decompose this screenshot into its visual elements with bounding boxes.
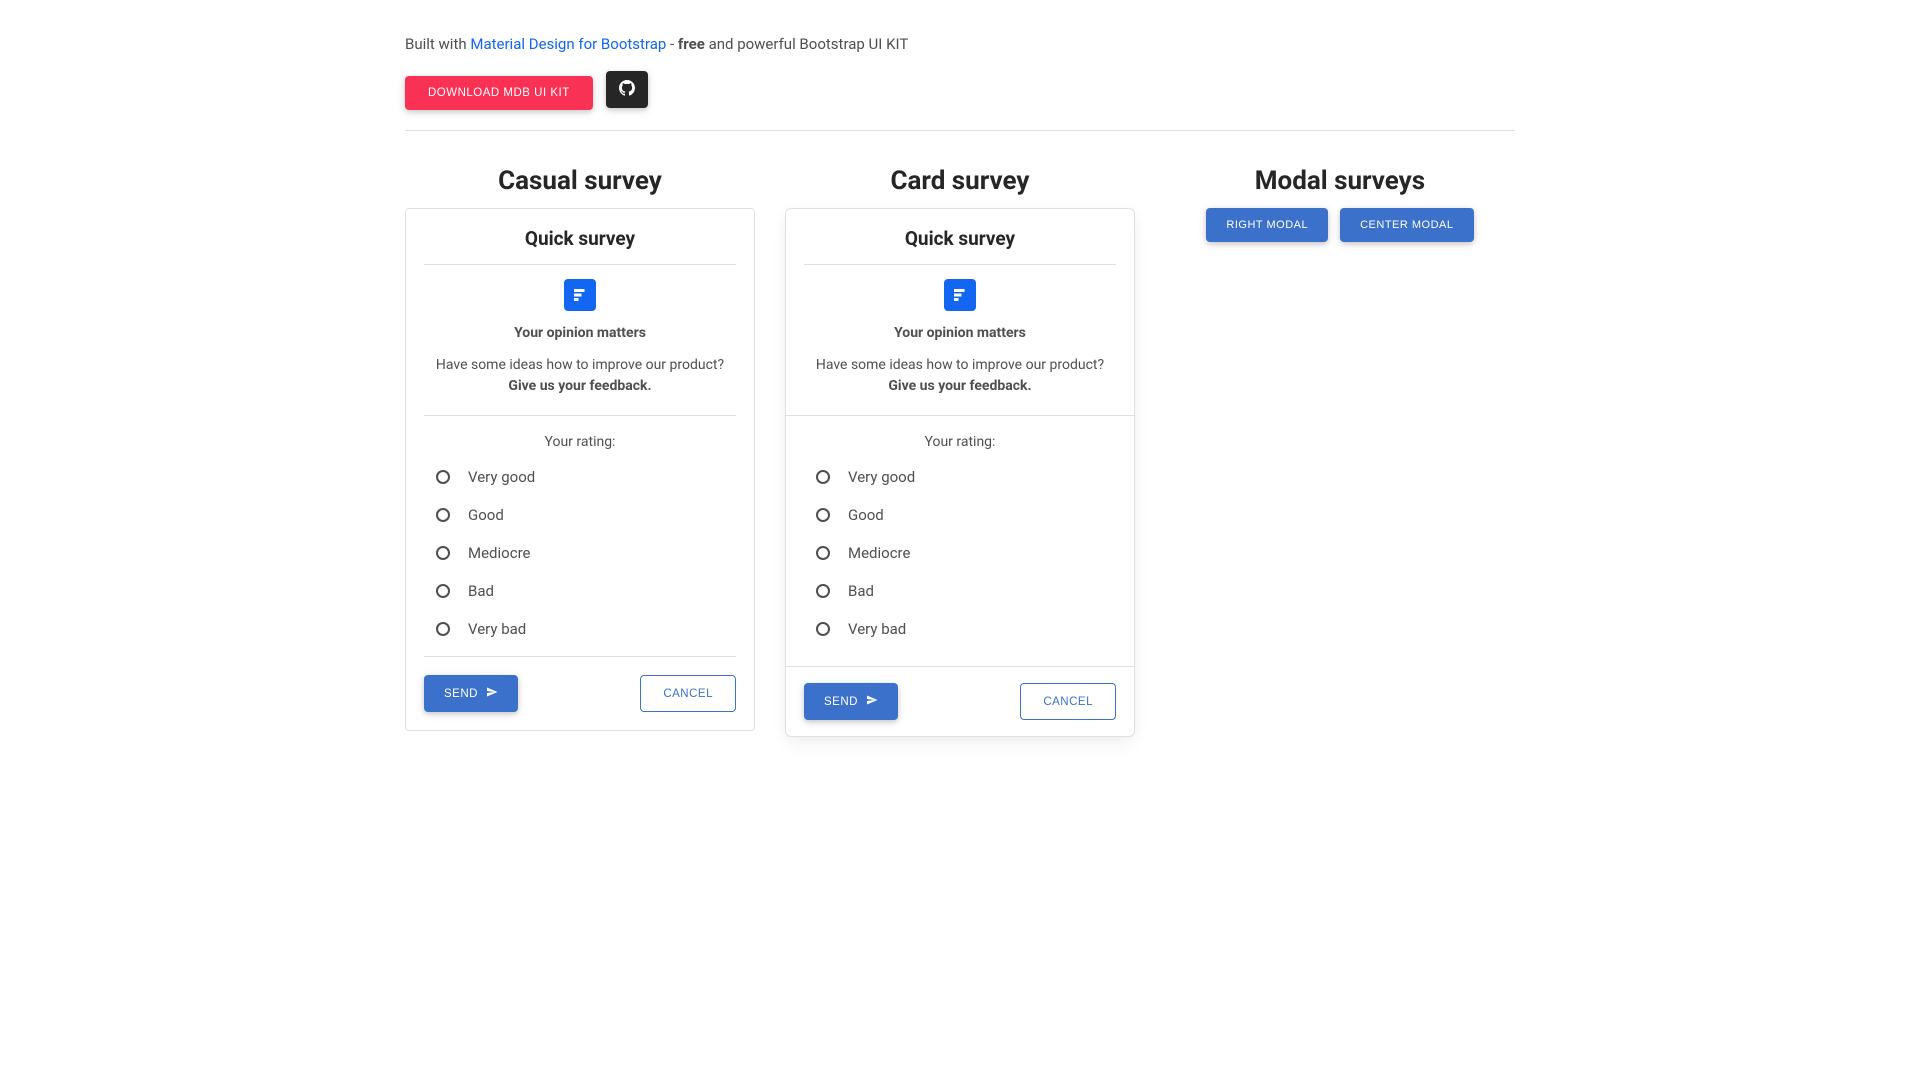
card-desc-bold: Give us your feedback.	[888, 378, 1031, 394]
radio-label: Very bad	[848, 620, 906, 638]
radio-circle-icon	[436, 508, 450, 522]
card-description: Have some ideas how to improve our produ…	[804, 355, 1116, 397]
poll-icon	[564, 279, 596, 311]
radio-item[interactable]: Very bad	[436, 610, 736, 648]
page-header: Built with Material Design for Bootstrap…	[405, 0, 1515, 131]
card-desc-prefix: Have some ideas how to improve our produ…	[816, 357, 1104, 373]
free-text: free	[678, 35, 705, 53]
casual-cancel-button[interactable]: Cancel	[640, 675, 736, 712]
casual-section-title: Casual survey	[405, 166, 755, 196]
built-with-text: Built with	[405, 35, 470, 53]
casual-desc-bold: Give us your feedback.	[508, 378, 651, 394]
github-icon	[619, 80, 635, 99]
radio-circle-icon	[816, 470, 830, 484]
casual-opinion: Your opinion matters	[424, 325, 736, 341]
radio-circle-icon	[436, 622, 450, 636]
casual-survey-title: Quick survey	[424, 227, 736, 250]
poll-icon-wrap	[804, 279, 1116, 311]
center-modal-button[interactable]: Center Modal	[1340, 208, 1473, 242]
radio-label: Good	[468, 506, 504, 524]
radio-label: Mediocre	[848, 544, 910, 562]
radio-item[interactable]: Very bad	[816, 610, 1116, 648]
github-button[interactable]	[606, 71, 648, 108]
poll-icon	[944, 279, 976, 311]
radio-label: Very good	[848, 468, 915, 486]
radio-circle-icon	[436, 584, 450, 598]
download-button[interactable]: Download MDB UI KIT	[405, 76, 593, 110]
radio-circle-icon	[816, 546, 830, 560]
radio-item[interactable]: Good	[436, 496, 736, 534]
card-radio-group: Very good Good Mediocre Bad Very bad	[804, 458, 1116, 648]
radio-item[interactable]: Mediocre	[816, 534, 1116, 572]
dash-text: -	[666, 35, 678, 53]
card-opinion: Your opinion matters	[804, 325, 1116, 341]
casual-desc-prefix: Have some ideas how to improve our produ…	[436, 357, 724, 373]
paper-plane-icon	[486, 686, 498, 701]
modal-section-title: Modal surveys	[1165, 166, 1515, 196]
casual-radio-group: Very good Good Mediocre Bad Very bad	[424, 458, 736, 648]
radio-item[interactable]: Mediocre	[436, 534, 736, 572]
radio-circle-icon	[816, 584, 830, 598]
powerful-text: and powerful Bootstrap UI KIT	[705, 35, 908, 53]
header-text: Built with Material Design for Bootstrap…	[405, 35, 1515, 53]
radio-circle-icon	[436, 470, 450, 484]
card-rating-label: Your rating:	[804, 434, 1116, 450]
card-section-title: Card survey	[785, 166, 1135, 196]
casual-send-button[interactable]: Send	[424, 675, 518, 712]
paper-plane-icon	[866, 694, 878, 709]
send-label: Send	[824, 696, 858, 708]
mdb-link[interactable]: Material Design for Bootstrap	[470, 35, 666, 53]
radio-label: Very bad	[468, 620, 526, 638]
card-cancel-button[interactable]: Cancel	[1020, 683, 1116, 720]
card-survey-title: Quick survey	[804, 227, 1116, 250]
radio-label: Very good	[468, 468, 535, 486]
radio-circle-icon	[816, 622, 830, 636]
radio-label: Bad	[848, 582, 874, 600]
radio-item[interactable]: Bad	[436, 572, 736, 610]
right-modal-button[interactable]: Right Modal	[1206, 208, 1328, 242]
radio-label: Mediocre	[468, 544, 530, 562]
radio-label: Good	[848, 506, 884, 524]
radio-circle-icon	[816, 508, 830, 522]
send-label: Send	[444, 688, 478, 700]
casual-rating-label: Your rating:	[424, 434, 736, 450]
casual-survey-box: Quick survey Your opinion matters Have s…	[405, 208, 755, 731]
casual-description: Have some ideas how to improve our produ…	[424, 355, 736, 397]
modal-buttons-wrap: Right Modal Center Modal	[1165, 208, 1515, 242]
radio-item[interactable]: Very good	[816, 458, 1116, 496]
card-send-button[interactable]: Send	[804, 683, 898, 720]
radio-item[interactable]: Good	[816, 496, 1116, 534]
card-survey-box: Quick survey Your opinion matters Have s…	[785, 208, 1135, 737]
poll-icon-wrap	[424, 279, 736, 311]
radio-item[interactable]: Very good	[436, 458, 736, 496]
radio-item[interactable]: Bad	[816, 572, 1116, 610]
radio-label: Bad	[468, 582, 494, 600]
radio-circle-icon	[436, 546, 450, 560]
